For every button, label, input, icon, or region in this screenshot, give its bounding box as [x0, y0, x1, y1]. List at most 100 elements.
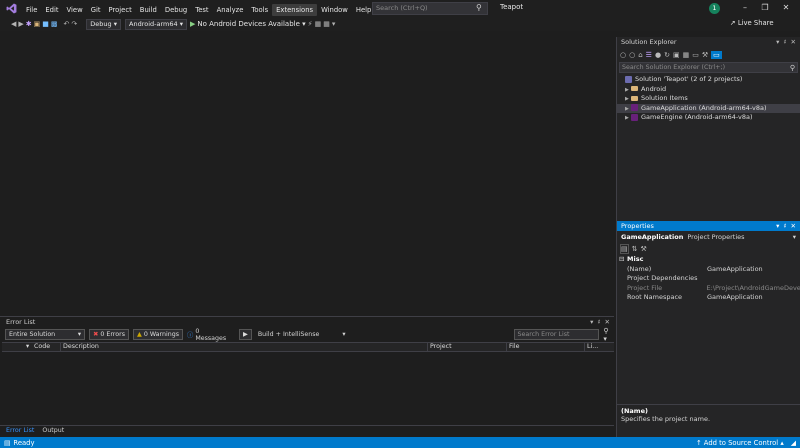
property-row[interactable]: Root Namespace GameApplication: [617, 293, 800, 303]
column-project[interactable]: Project: [427, 343, 506, 351]
menu-view[interactable]: View: [63, 4, 87, 16]
start-debug-icon[interactable]: ▶: [189, 18, 196, 30]
open-icon[interactable]: ▣: [33, 18, 42, 30]
solution-icon: [625, 75, 632, 83]
menu-git[interactable]: Git: [87, 4, 105, 16]
new-item-icon[interactable]: ✱: [25, 18, 33, 30]
pin-icon[interactable]: ♯: [783, 38, 786, 46]
alphabetical-icon[interactable]: ⇅: [632, 245, 638, 253]
notifications-icon[interactable]: ◢: [791, 439, 796, 447]
properties-object-select[interactable]: GameApplication Project Properties ▾: [617, 231, 800, 242]
tree-item-gameapplication[interactable]: ▶ GameApplication (Android-arm64-v8a): [617, 103, 800, 114]
maximize-icon[interactable]: ❐: [758, 2, 772, 14]
warnings-filter-button[interactable]: ▲ 0 Warnings: [132, 329, 184, 340]
property-row[interactable]: Project File E:\Project\AndroidGameDevel…: [617, 284, 800, 294]
visual-studio-logo-icon: [6, 3, 17, 14]
error-icon: ✖: [93, 331, 99, 338]
scope-select[interactable]: Entire Solution ▾: [5, 329, 86, 340]
column-description[interactable]: Description: [60, 343, 427, 351]
menu-test[interactable]: Test: [191, 4, 212, 16]
panel-close-icon[interactable]: ✕: [791, 38, 796, 46]
panel-close-icon[interactable]: ✕: [791, 222, 796, 230]
tree-item-solution-items[interactable]: ▶ Solution Items: [625, 94, 800, 104]
platform-select[interactable]: Android-arm64 ▾: [125, 18, 187, 30]
search-icon[interactable]: ⚲: [790, 64, 795, 72]
properties-panel: Properties ▾ ♯ ✕ GameApplication Project…: [616, 221, 800, 437]
column-code[interactable]: Code: [34, 343, 60, 351]
menu-file[interactable]: File: [22, 4, 41, 16]
build-filter-select[interactable]: Build + IntelliSense ▾: [258, 331, 346, 338]
error-search-input[interactable]: Search Error List: [513, 329, 600, 340]
column-file[interactable]: File: [506, 343, 584, 351]
undo-icon[interactable]: ↶: [63, 18, 71, 30]
properties-icon[interactable]: ⚒: [702, 51, 708, 59]
preview-selected-icon[interactable]: ▭: [711, 50, 722, 59]
sync-icon[interactable]: ↻: [664, 51, 670, 59]
categorized-icon[interactable]: ▤: [620, 243, 629, 254]
hot-reload-icon[interactable]: ⚡: [307, 18, 314, 30]
switch-views-icon[interactable]: ☰: [646, 51, 652, 59]
pin-icon[interactable]: ♯: [783, 222, 786, 230]
status-ready: Ready: [13, 438, 35, 447]
menu-edit[interactable]: Edit: [41, 4, 62, 16]
menu-window[interactable]: Window: [317, 4, 352, 16]
tab-output[interactable]: Output: [39, 426, 67, 436]
redo-icon[interactable]: ↷: [70, 18, 78, 30]
collapse-icon[interactable]: ⊟: [619, 255, 627, 265]
back-icon[interactable]: ○: [620, 51, 626, 59]
tree-item-android[interactable]: ▶ Android: [625, 85, 800, 95]
tree-item-gameengine[interactable]: ▶ GameEngine (Android-arm64-v8a): [625, 113, 800, 123]
tab-error-list[interactable]: Error List: [3, 426, 37, 436]
solution-explorer-panel: Solution Explorer ▾ ♯ ✕ ○ ○ ⌂ ☰ ● ↻ ▣ ▦ …: [616, 37, 800, 221]
solution-explorer-title: Solution Explorer: [621, 38, 677, 46]
search-input[interactable]: Search (Ctrl+Q): [372, 2, 488, 15]
show-all-files-icon[interactable]: ▦: [683, 51, 690, 59]
menu-bar: File Edit View Git Project Build Debug T…: [22, 0, 375, 17]
toolbar-overflow-icon[interactable]: ▾: [331, 18, 337, 30]
property-pages-icon[interactable]: ⚒: [641, 245, 647, 253]
home-icon[interactable]: ⌂: [638, 51, 642, 59]
source-control-button[interactable]: ↑ Add to Source Control ▴: [696, 439, 784, 447]
menu-build[interactable]: Build: [136, 4, 161, 16]
tree-solution[interactable]: Solution 'Teapot' (2 of 2 projects): [625, 75, 800, 85]
configuration-select[interactable]: Debug ▾: [86, 18, 122, 30]
menu-tools[interactable]: Tools: [247, 4, 272, 16]
messages-filter-button[interactable]: ⓘ 0 Messages: [187, 328, 231, 342]
menu-analyze[interactable]: Analyze: [213, 4, 248, 16]
device-select[interactable]: No Android Devices Available ▾: [196, 18, 306, 30]
status-icon: ▤: [4, 438, 11, 447]
property-row[interactable]: (Name) GameApplication: [617, 265, 800, 275]
forward-icon[interactable]: ▶: [17, 18, 24, 30]
properties-title: Properties: [621, 222, 654, 230]
window-position-icon[interactable]: ▾: [776, 38, 779, 46]
close-icon[interactable]: ✕: [779, 2, 793, 14]
menu-project[interactable]: Project: [105, 4, 136, 16]
filter-icon[interactable]: ▶: [239, 329, 252, 340]
user-avatar[interactable]: 1: [709, 3, 720, 14]
save-icon[interactable]: ■: [41, 18, 50, 30]
back-icon[interactable]: ◀: [10, 18, 17, 30]
menu-extensions[interactable]: Extensions: [272, 3, 318, 16]
menu-debug[interactable]: Debug: [161, 4, 191, 16]
minimize-icon[interactable]: –: [738, 2, 752, 14]
preview-icon[interactable]: ▭: [692, 51, 699, 59]
panel-close-icon[interactable]: ✕: [605, 318, 610, 326]
property-row[interactable]: Project Dependencies: [617, 274, 800, 284]
collapse-all-icon[interactable]: ▣: [673, 51, 680, 59]
live-share-button[interactable]: ↗ Live Share: [730, 19, 774, 27]
window-position-icon[interactable]: ▾: [776, 222, 779, 230]
save-all-icon[interactable]: ▩: [50, 18, 59, 30]
search-icon[interactable]: ⚲: [476, 3, 482, 12]
forward-icon[interactable]: ○: [629, 51, 635, 59]
browse-icon[interactable]: ▦: [314, 18, 323, 30]
sort-indicator-icon: ▾: [26, 343, 30, 350]
solution-explorer-search[interactable]: Search Solution Explorer (Ctrl+;) ⚲: [619, 62, 798, 73]
layout-icon[interactable]: ▦: [322, 18, 331, 30]
pending-changes-icon[interactable]: ●: [655, 51, 661, 59]
pin-icon[interactable]: ♯: [597, 318, 600, 326]
column-line[interactable]: Li...: [584, 343, 598, 351]
category-misc[interactable]: ⊟ Misc: [617, 255, 800, 265]
window-position-icon[interactable]: ▾: [590, 318, 593, 326]
errors-filter-button[interactable]: ✖ 0 Errors: [89, 329, 129, 340]
error-search-icon[interactable]: ⚲ ▾: [603, 327, 614, 343]
